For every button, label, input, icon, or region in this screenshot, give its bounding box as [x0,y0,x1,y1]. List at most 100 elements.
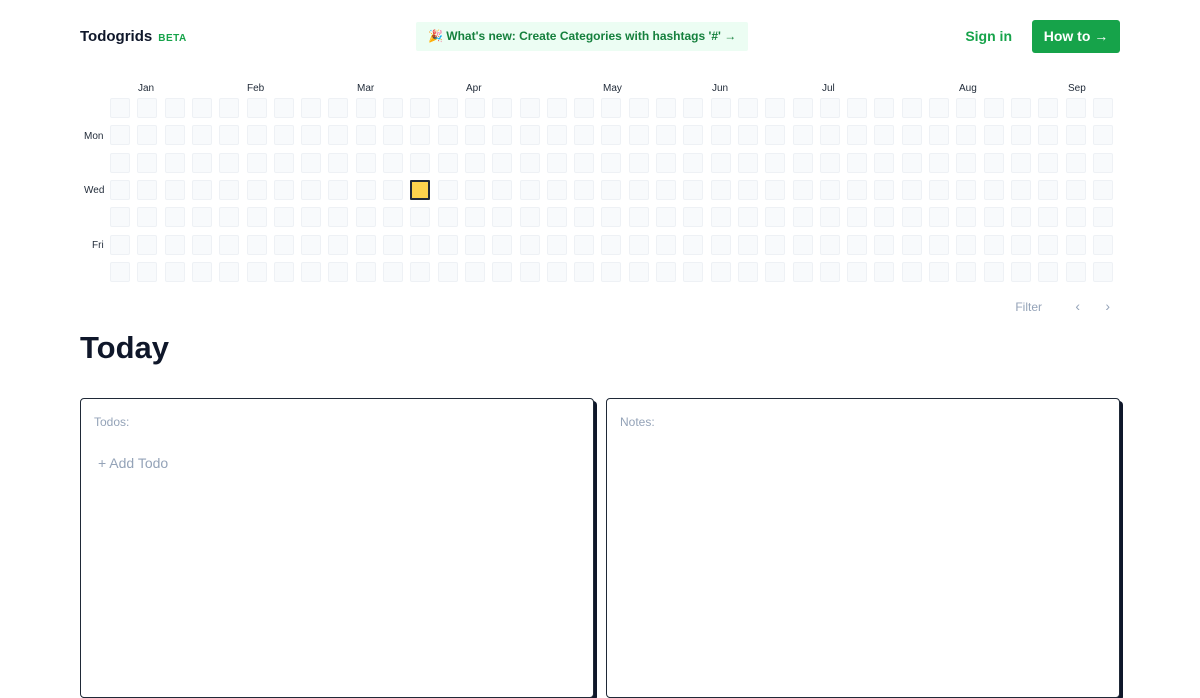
grid-cell[interactable] [1065,125,1086,146]
grid-cell[interactable] [792,125,813,146]
grid-cell[interactable] [219,261,240,282]
grid-cell[interactable] [137,98,158,118]
grid-cell[interactable] [1065,261,1086,282]
grid-cell[interactable] [137,125,158,146]
grid-cell[interactable] [983,234,1004,255]
grid-cell[interactable] [628,261,649,282]
grid-cell[interactable] [1065,179,1086,200]
grid-cell[interactable] [164,152,185,173]
grid-cell[interactable] [601,234,622,255]
grid-cell[interactable] [246,125,267,146]
grid-cell[interactable] [737,152,758,173]
grid-cell[interactable] [464,261,485,282]
grid-cell[interactable] [737,125,758,146]
grid-cell[interactable] [1038,234,1059,255]
grid-cell[interactable] [273,179,294,200]
grid-cell[interactable] [574,125,595,146]
grid-cell[interactable] [546,98,567,118]
grid-cell[interactable] [410,234,431,255]
grid-cell[interactable] [246,207,267,228]
grid-cell[interactable] [1038,261,1059,282]
grid-cell[interactable] [628,207,649,228]
grid-cell[interactable] [191,234,212,255]
grid-cell[interactable] [437,98,458,118]
grid-cell[interactable] [301,152,322,173]
grid-cell[interactable] [710,207,731,228]
grid-cell[interactable] [437,234,458,255]
grid-cell[interactable] [574,207,595,228]
grid-cell[interactable] [110,152,130,173]
grid-cell[interactable] [191,179,212,200]
grid-cell[interactable] [164,125,185,146]
grid-cell[interactable] [328,207,349,228]
grid-cell[interactable] [410,152,431,173]
grid-cell[interactable] [956,234,977,255]
grid-cell[interactable] [355,261,376,282]
grid-cell[interactable] [1010,179,1031,200]
grid-cell[interactable] [901,261,922,282]
grid-cell[interactable] [191,125,212,146]
grid-cell[interactable] [901,98,922,118]
grid-cell-active[interactable] [410,179,431,200]
grid-cell[interactable] [1092,152,1113,173]
grid-cell[interactable] [819,98,840,118]
grid-cell[interactable] [628,152,649,173]
grid-cell[interactable] [819,152,840,173]
grid-cell[interactable] [656,98,676,118]
grid-cell[interactable] [273,98,294,118]
grid-cell[interactable] [601,125,622,146]
grid-cell[interactable] [273,234,294,255]
grid-cell[interactable] [1092,261,1113,282]
grid-cell[interactable] [819,261,840,282]
grid-cell[interactable] [765,152,786,173]
grid-cell[interactable] [737,98,758,118]
grid-cell[interactable] [847,152,868,173]
grid-cell[interactable] [683,98,704,118]
grid-cell[interactable] [1010,207,1031,228]
grid-cell[interactable] [437,125,458,146]
grid-cell[interactable] [492,207,513,228]
grid-cell[interactable] [410,98,431,118]
grid-cell[interactable] [901,179,922,200]
grid-cell[interactable] [1038,125,1059,146]
grid-cell[interactable] [137,152,158,173]
grid-cell[interactable] [383,207,403,228]
grid-cell[interactable] [929,207,949,228]
grid-cell[interactable] [683,234,704,255]
grid-cell[interactable] [956,261,977,282]
grid-cell[interactable] [628,179,649,200]
grid-cell[interactable] [737,179,758,200]
grid-cell[interactable] [847,234,868,255]
grid-cell[interactable] [929,125,949,146]
grid-cell[interactable] [273,125,294,146]
chevron-left-icon[interactable]: ‹ [1075,298,1080,314]
grid-cell[interactable] [355,179,376,200]
grid-cell[interactable] [137,207,158,228]
grid-cell[interactable] [492,98,513,118]
grid-cell[interactable] [574,234,595,255]
grid-cell[interactable] [929,152,949,173]
grid-cell[interactable] [1038,179,1059,200]
grid-cell[interactable] [110,125,130,146]
grid-cell[interactable] [246,98,267,118]
grid-cell[interactable] [410,125,431,146]
grid-cell[interactable] [819,125,840,146]
grid-cell[interactable] [847,98,868,118]
grid-cell[interactable] [656,179,676,200]
grid-cell[interactable] [737,261,758,282]
grid-cell[interactable] [219,207,240,228]
grid-cell[interactable] [219,98,240,118]
grid-cell[interactable] [383,179,403,200]
grid-cell[interactable] [765,179,786,200]
grid-cell[interactable] [956,125,977,146]
grid-cell[interactable] [874,207,895,228]
grid-cell[interactable] [191,261,212,282]
grid-cell[interactable] [983,152,1004,173]
grid-cell[interactable] [110,98,130,118]
grid-cell[interactable] [464,234,485,255]
grid-cell[interactable] [410,207,431,228]
grid-cell[interactable] [929,179,949,200]
grid-cell[interactable] [546,125,567,146]
grid-cell[interactable] [246,261,267,282]
grid-cell[interactable] [874,152,895,173]
